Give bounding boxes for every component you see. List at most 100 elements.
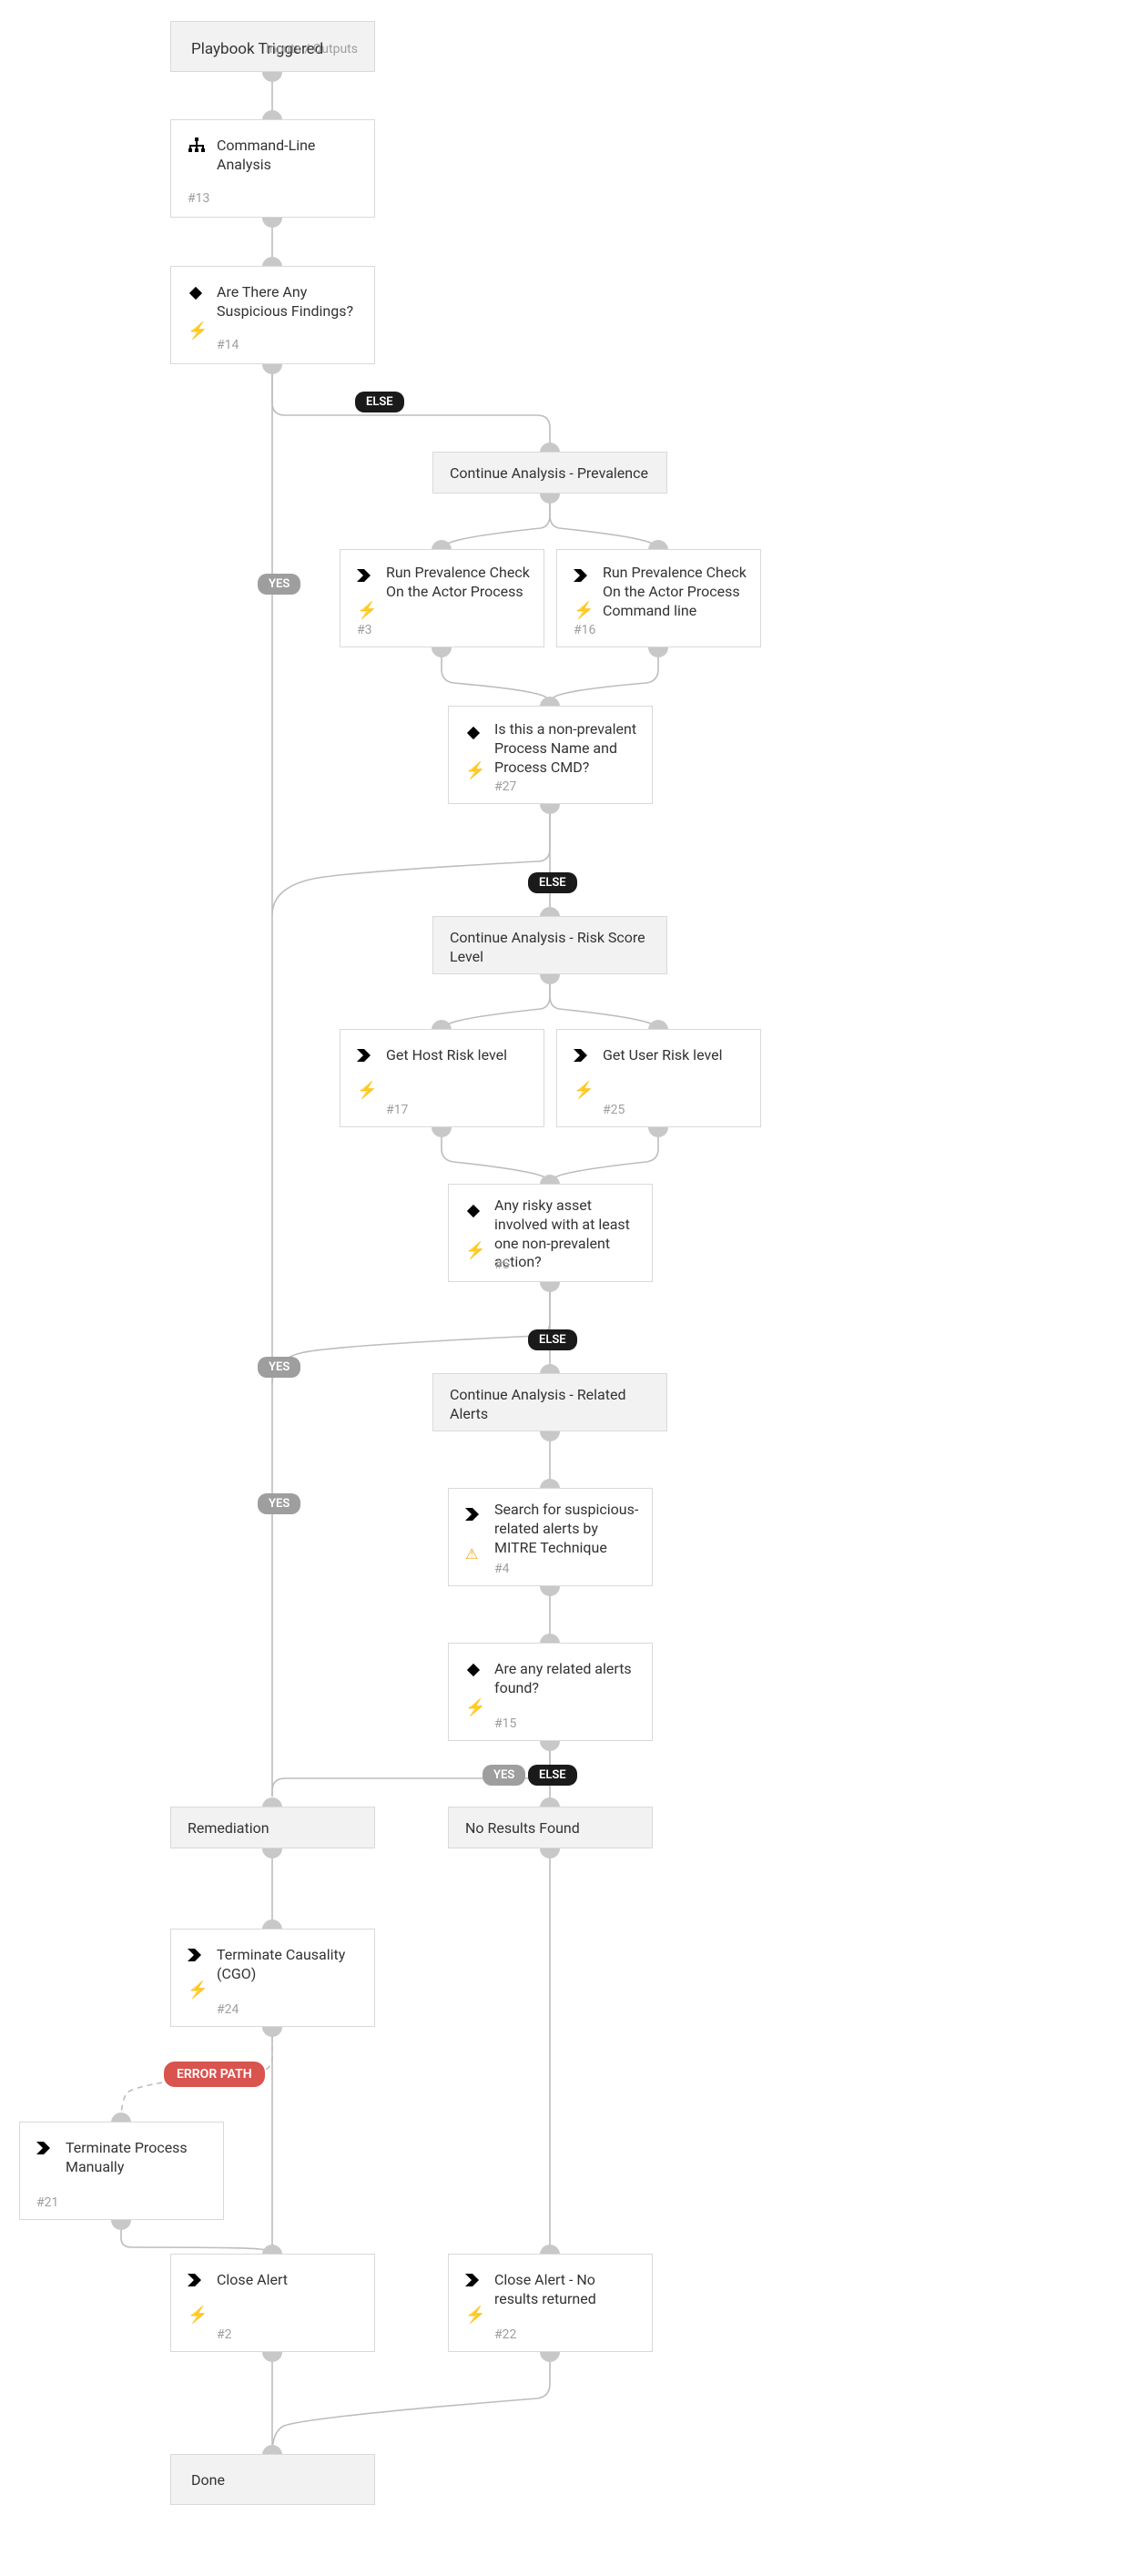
connector-out bbox=[540, 804, 560, 814]
task-id: #5 bbox=[494, 1257, 510, 1272]
playbook-trigger[interactable]: Playbook Triggered Inputs / Outputs bbox=[170, 21, 375, 72]
playbook-trigger-io: Inputs / Outputs bbox=[266, 42, 358, 56]
lightning-icon: ⚡ bbox=[574, 1081, 594, 1100]
task-id: #25 bbox=[603, 1103, 625, 1117]
connector-out bbox=[111, 2220, 131, 2230]
lightning-icon: ⚡ bbox=[574, 601, 594, 620]
diamond-icon bbox=[465, 725, 482, 745]
connector-out bbox=[262, 1848, 282, 1858]
diamond-icon bbox=[465, 1203, 482, 1223]
lightning-icon: ⚡ bbox=[188, 2306, 208, 2325]
task-title: Any risky asset involved with at least o… bbox=[494, 1196, 641, 1272]
connector-out bbox=[262, 72, 282, 82]
connector-out bbox=[540, 1282, 560, 1292]
task-id: #13 bbox=[188, 191, 209, 206]
edge-label-else: ELSE bbox=[355, 392, 404, 412]
task-user-risk-level[interactable]: Get User Risk level ⚡ #25 bbox=[556, 1029, 761, 1127]
chevron-icon bbox=[465, 1507, 480, 1524]
task-id: #14 bbox=[217, 338, 239, 352]
task-terminate-process-manually[interactable]: Terminate Process Manually #21 bbox=[19, 2122, 224, 2220]
task-id: #24 bbox=[217, 2002, 239, 2017]
task-title: Close Alert - No results returned bbox=[494, 2271, 641, 2309]
connector-out bbox=[432, 1127, 452, 1137]
task-id: #4 bbox=[494, 1562, 510, 1576]
chevron-icon bbox=[188, 2273, 202, 2290]
lightning-icon: ⚡ bbox=[465, 2306, 485, 2325]
warning-icon: ⚠ bbox=[465, 1545, 478, 1563]
edge-label-error-path: ERROR PATH bbox=[164, 2062, 265, 2087]
section-title: Continue Analysis - Risk Score Level bbox=[450, 929, 655, 967]
task-title: Are There Any Suspicious Findings? bbox=[217, 283, 363, 321]
playbook-icon bbox=[188, 137, 206, 158]
decision-risky-asset[interactable]: Any risky asset involved with at least o… bbox=[448, 1184, 653, 1282]
connector-out bbox=[540, 494, 560, 504]
task-close-alert-no-results[interactable]: Close Alert - No results returned ⚡ #22 bbox=[448, 2254, 653, 2352]
lightning-icon: ⚡ bbox=[465, 761, 485, 780]
section-remediation[interactable]: Remediation bbox=[170, 1807, 375, 1848]
decision-non-prevalent[interactable]: Is this a non-prevalent Process Name and… bbox=[448, 706, 653, 804]
chevron-icon bbox=[574, 1048, 588, 1065]
task-prevalence-actor-process[interactable]: Run Prevalence Check On the Actor Proces… bbox=[340, 549, 544, 647]
task-title: Run Prevalence Check On the Actor Proces… bbox=[386, 564, 533, 602]
lightning-icon: ⚡ bbox=[465, 1698, 485, 1717]
section-title: Remediation bbox=[188, 1819, 269, 1838]
task-terminate-causality[interactable]: Terminate Causality (CGO) ⚡ #24 bbox=[170, 1929, 375, 2027]
chevron-icon bbox=[188, 1948, 202, 1965]
edge-label-yes: YES bbox=[258, 1493, 300, 1514]
task-title: Is this a non-prevalent Process Name and… bbox=[494, 720, 641, 777]
diamond-icon bbox=[465, 1662, 482, 1682]
connector-out bbox=[648, 1127, 668, 1137]
chevron-icon bbox=[574, 568, 588, 585]
task-close-alert[interactable]: Close Alert ⚡ #2 bbox=[170, 2254, 375, 2352]
connector-out bbox=[432, 647, 452, 657]
task-title: Terminate Process Manually bbox=[66, 2139, 212, 2177]
done-title: Done bbox=[191, 2471, 225, 2490]
task-title: Search for suspicious-related alerts by … bbox=[494, 1501, 641, 1557]
task-title: Terminate Causality (CGO) bbox=[217, 1946, 363, 1984]
lightning-icon: ⚡ bbox=[188, 1980, 208, 2000]
task-prevalence-actor-cmdline[interactable]: Run Prevalence Check On the Actor Proces… bbox=[556, 549, 761, 647]
chevron-icon bbox=[357, 568, 371, 585]
task-id: #21 bbox=[36, 2195, 58, 2210]
task-id: #2 bbox=[217, 2327, 232, 2342]
decision-related-alerts-found[interactable]: Are any related alerts found? ⚡ #15 bbox=[448, 1643, 653, 1741]
lightning-icon: ⚡ bbox=[357, 1081, 377, 1100]
task-host-risk-level[interactable]: Get Host Risk level ⚡ #17 bbox=[340, 1029, 544, 1127]
edge-label-yes: YES bbox=[258, 1357, 300, 1378]
section-related-alerts[interactable]: Continue Analysis - Related Alerts bbox=[432, 1373, 667, 1431]
edge-label-yes: YES bbox=[258, 574, 300, 595]
section-risk-score[interactable]: Continue Analysis - Risk Score Level bbox=[432, 916, 667, 974]
task-title: Get User Risk level bbox=[603, 1046, 749, 1065]
task-id: #3 bbox=[357, 623, 372, 637]
task-id: #16 bbox=[574, 623, 595, 637]
task-search-related-alerts[interactable]: Search for suspicious-related alerts by … bbox=[448, 1488, 653, 1586]
connector-out bbox=[262, 2352, 282, 2362]
lightning-icon: ⚡ bbox=[357, 601, 377, 620]
playbook-done[interactable]: Done bbox=[170, 2454, 375, 2505]
task-title: Are any related alerts found? bbox=[494, 1660, 641, 1698]
diamond-icon bbox=[188, 285, 204, 305]
connector-out bbox=[262, 2027, 282, 2037]
section-title: No Results Found bbox=[465, 1819, 580, 1838]
task-command-line-analysis[interactable]: Command-Line Analysis #13 bbox=[170, 119, 375, 218]
chevron-icon bbox=[357, 1048, 371, 1065]
task-title: Get Host Risk level bbox=[386, 1046, 533, 1065]
task-id: #15 bbox=[494, 1716, 516, 1731]
chevron-icon bbox=[36, 2141, 51, 2158]
task-id: #17 bbox=[386, 1103, 408, 1117]
section-prevalence[interactable]: Continue Analysis - Prevalence bbox=[432, 452, 667, 494]
section-title: Continue Analysis - Prevalence bbox=[450, 464, 648, 484]
decision-suspicious-findings[interactable]: Are There Any Suspicious Findings? ⚡ #14 bbox=[170, 266, 375, 364]
task-title: Close Alert bbox=[217, 2271, 363, 2290]
section-no-results[interactable]: No Results Found bbox=[448, 1807, 653, 1848]
connector-out bbox=[648, 647, 668, 657]
connector-out bbox=[262, 364, 282, 374]
connector-out bbox=[262, 218, 282, 228]
edge-label-yes: YES bbox=[483, 1765, 525, 1786]
task-title: Command-Line Analysis bbox=[217, 137, 363, 175]
section-title: Continue Analysis - Related Alerts bbox=[450, 1386, 655, 1424]
task-id: #27 bbox=[494, 779, 516, 794]
lightning-icon: ⚡ bbox=[465, 1241, 485, 1260]
connector-out bbox=[540, 1741, 560, 1751]
connector-out bbox=[540, 1431, 560, 1441]
